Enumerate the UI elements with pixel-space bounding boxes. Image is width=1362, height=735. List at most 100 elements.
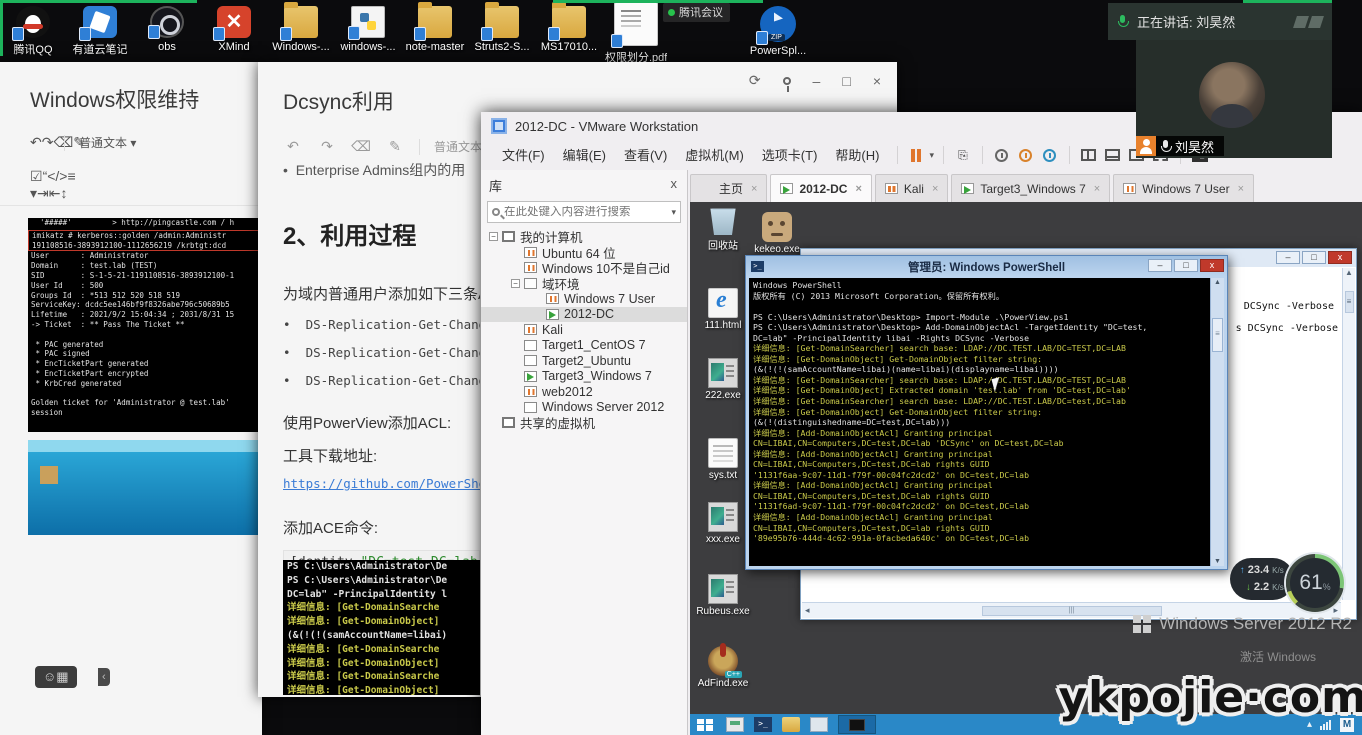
desktop-icon[interactable]: note-master (404, 6, 466, 53)
desktop-icon[interactable]: PowerSpl... (747, 6, 809, 57)
redo-icon[interactable]: ↷ (317, 138, 337, 155)
desktop-icon[interactable]: windows-... (337, 6, 399, 53)
maximize-icon[interactable]: □ (1174, 259, 1198, 272)
show-library-icon[interactable] (1079, 146, 1099, 164)
minimize-icon[interactable]: – (1276, 251, 1300, 264)
powershell-titlebar[interactable]: >_ 管理员: Windows PowerShell – □ x (746, 256, 1227, 277)
powershell-console[interactable]: Windows PowerShell版权所有 (C) 2013 Microsof… (749, 278, 1210, 566)
desktop-icon[interactable]: XMind (203, 6, 265, 53)
menu-item[interactable]: 编辑(E) (554, 144, 615, 167)
tree-toggle-icon[interactable]: − (511, 279, 520, 288)
snapshot-revert-icon[interactable] (1016, 146, 1036, 164)
maximize-icon[interactable]: □ (1302, 251, 1326, 264)
menu-item[interactable]: 帮助(H) (826, 144, 888, 167)
library-tree-item[interactable]: Target3_Windows 7 (481, 369, 687, 385)
tab-close-icon[interactable]: × (751, 183, 757, 195)
library-search-input[interactable] (504, 206, 667, 218)
vm-desktop-icon[interactable]: 222.exe (696, 358, 750, 401)
library-tree-item[interactable]: web2012 (481, 384, 687, 400)
vm-desktop-icon[interactable]: xxx.exe (696, 502, 750, 545)
vm-tab[interactable]: Target3_Windows 7 × (951, 174, 1110, 202)
outdent-icon[interactable]: ⇤ (49, 185, 61, 201)
pin-icon[interactable] (783, 77, 791, 85)
call-video-tile[interactable]: 刘昊然 (1136, 40, 1332, 158)
library-close-icon[interactable]: x (671, 176, 678, 195)
close-icon[interactable]: × (873, 73, 881, 89)
pause-dropdown-icon[interactable]: ▾ (929, 150, 934, 161)
start-button[interactable] (694, 717, 716, 733)
library-tree-item[interactable]: Windows 10不是自己id (481, 260, 687, 276)
snapshot-take-icon[interactable] (992, 146, 1012, 164)
minimize-icon[interactable]: – (813, 73, 821, 89)
menu-item[interactable]: 文件(F) (493, 144, 554, 167)
collapse-chevron-icon[interactable]: ‹ (98, 668, 110, 686)
library-search[interactable]: ▾ (487, 201, 681, 223)
tree-toggle-icon[interactable]: − (489, 232, 498, 241)
library-tree-item[interactable]: − 域环境 (481, 276, 687, 292)
vm-desktop-icon[interactable]: 回收站 (696, 205, 750, 252)
file-explorer-icon[interactable] (782, 717, 800, 732)
format-painter-icon[interactable]: ✎ (385, 138, 405, 155)
sync-icon[interactable]: ⟳ (749, 72, 761, 89)
desktop-icon[interactable]: Struts2-S... (471, 6, 533, 53)
desktop-icon[interactable]: 权限划分.pdf (605, 6, 667, 65)
console-view-icon[interactable] (1103, 146, 1123, 164)
vm-desktop-icon[interactable]: kekeo.exe (750, 212, 804, 255)
github-link[interactable]: https://github.com/PowerShellMa (283, 476, 480, 491)
menu-item[interactable]: 选项卡(T) (753, 144, 827, 167)
library-tree-item[interactable]: Target1_CentOS 7 (481, 338, 687, 354)
vm-screen[interactable]: 回收站 kekeo.exe 111.html 222.exe (690, 202, 1362, 735)
vm-desktop-icon[interactable]: AdFind.exe (696, 646, 750, 689)
cpu-usage-circle[interactable]: 61% (1286, 554, 1344, 612)
ctrl-alt-del-icon[interactable]: ⎘ (953, 146, 973, 164)
keyboard-icon[interactable]: ▦ (56, 669, 68, 684)
window-app-icon[interactable] (810, 717, 828, 732)
undo-icon[interactable]: ↶ (283, 138, 303, 155)
powershell-taskbar-icon[interactable]: >_ (754, 717, 772, 732)
tab-close-icon[interactable]: × (1238, 183, 1244, 195)
vm-tab[interactable]: 主页 × (690, 174, 767, 202)
line-spacing-icon[interactable]: ↕ (61, 185, 68, 201)
vm-tab[interactable]: Windows 7 User × (1113, 174, 1254, 202)
undo-icon[interactable]: ↶ (30, 134, 42, 150)
library-tree-item[interactable]: Windows 7 User (481, 291, 687, 307)
snapshot-manager-icon[interactable] (1040, 146, 1060, 164)
active-console-task-button[interactable] (838, 715, 876, 734)
pause-vm-button[interactable] (907, 146, 925, 165)
vm-desktop-icon[interactable]: 111.html (696, 288, 750, 331)
vm-desktop-icon[interactable]: Rubeus.exe (696, 574, 750, 617)
menu-item[interactable]: 查看(V) (615, 144, 676, 167)
vm-tab[interactable]: 2012-DC × (770, 174, 871, 202)
vertical-scrollbar[interactable]: ▲≡ (1342, 268, 1355, 600)
minimize-icon[interactable]: – (1148, 259, 1172, 272)
desktop-icon[interactable]: Windows-... (270, 6, 332, 53)
powershell-window[interactable]: >_ 管理员: Windows PowerShell – □ x Windows… (745, 255, 1228, 570)
net-speed-badge[interactable]: ↑23.4K/s ↓2.2K/s (1230, 558, 1294, 600)
desktop-icon[interactable]: obs (136, 6, 198, 53)
library-tree-item[interactable]: 2012-DC (481, 307, 687, 323)
server-manager-icon[interactable] (726, 717, 744, 732)
redo-icon[interactable]: ↷ (42, 134, 54, 150)
vm-tab[interactable]: Kali × (875, 174, 948, 202)
tab-close-icon[interactable]: × (932, 183, 938, 195)
close-icon[interactable]: x (1200, 259, 1224, 272)
tab-close-icon[interactable]: × (1094, 183, 1100, 195)
desktop-icon[interactable]: 腾讯QQ (2, 6, 64, 57)
checkbox-icon[interactable]: ☑ (30, 168, 43, 184)
vm-desktop-icon[interactable]: sys.txt (696, 438, 750, 481)
maximize-icon[interactable]: □ (842, 73, 850, 89)
code-icon[interactable]: </> (47, 168, 67, 184)
call-speaking-bar[interactable]: 正在讲话: 刘昊然 (1108, 3, 1332, 40)
smiley-icon[interactable]: ☺ (43, 669, 56, 684)
indent-icon[interactable]: ⇥ (37, 185, 49, 201)
desktop-icon[interactable]: MS17010... (538, 6, 600, 53)
vertical-scrollbar[interactable]: ▲≡▼ (1210, 278, 1224, 566)
tab-close-icon[interactable]: × (855, 183, 861, 195)
close-icon[interactable]: x (1328, 251, 1352, 264)
library-tree-item[interactable]: 共享的虚拟机 (481, 415, 687, 431)
meeting-running-badge[interactable]: 腾讯会议 (663, 3, 730, 22)
eraser-icon[interactable]: ⌫ (351, 138, 371, 155)
library-tree-item[interactable]: Kali (481, 322, 687, 338)
library-tree-item[interactable]: Target2_Ubuntu (481, 353, 687, 369)
paragraph-style-select[interactable]: 普通文本 ▾ (79, 134, 136, 151)
